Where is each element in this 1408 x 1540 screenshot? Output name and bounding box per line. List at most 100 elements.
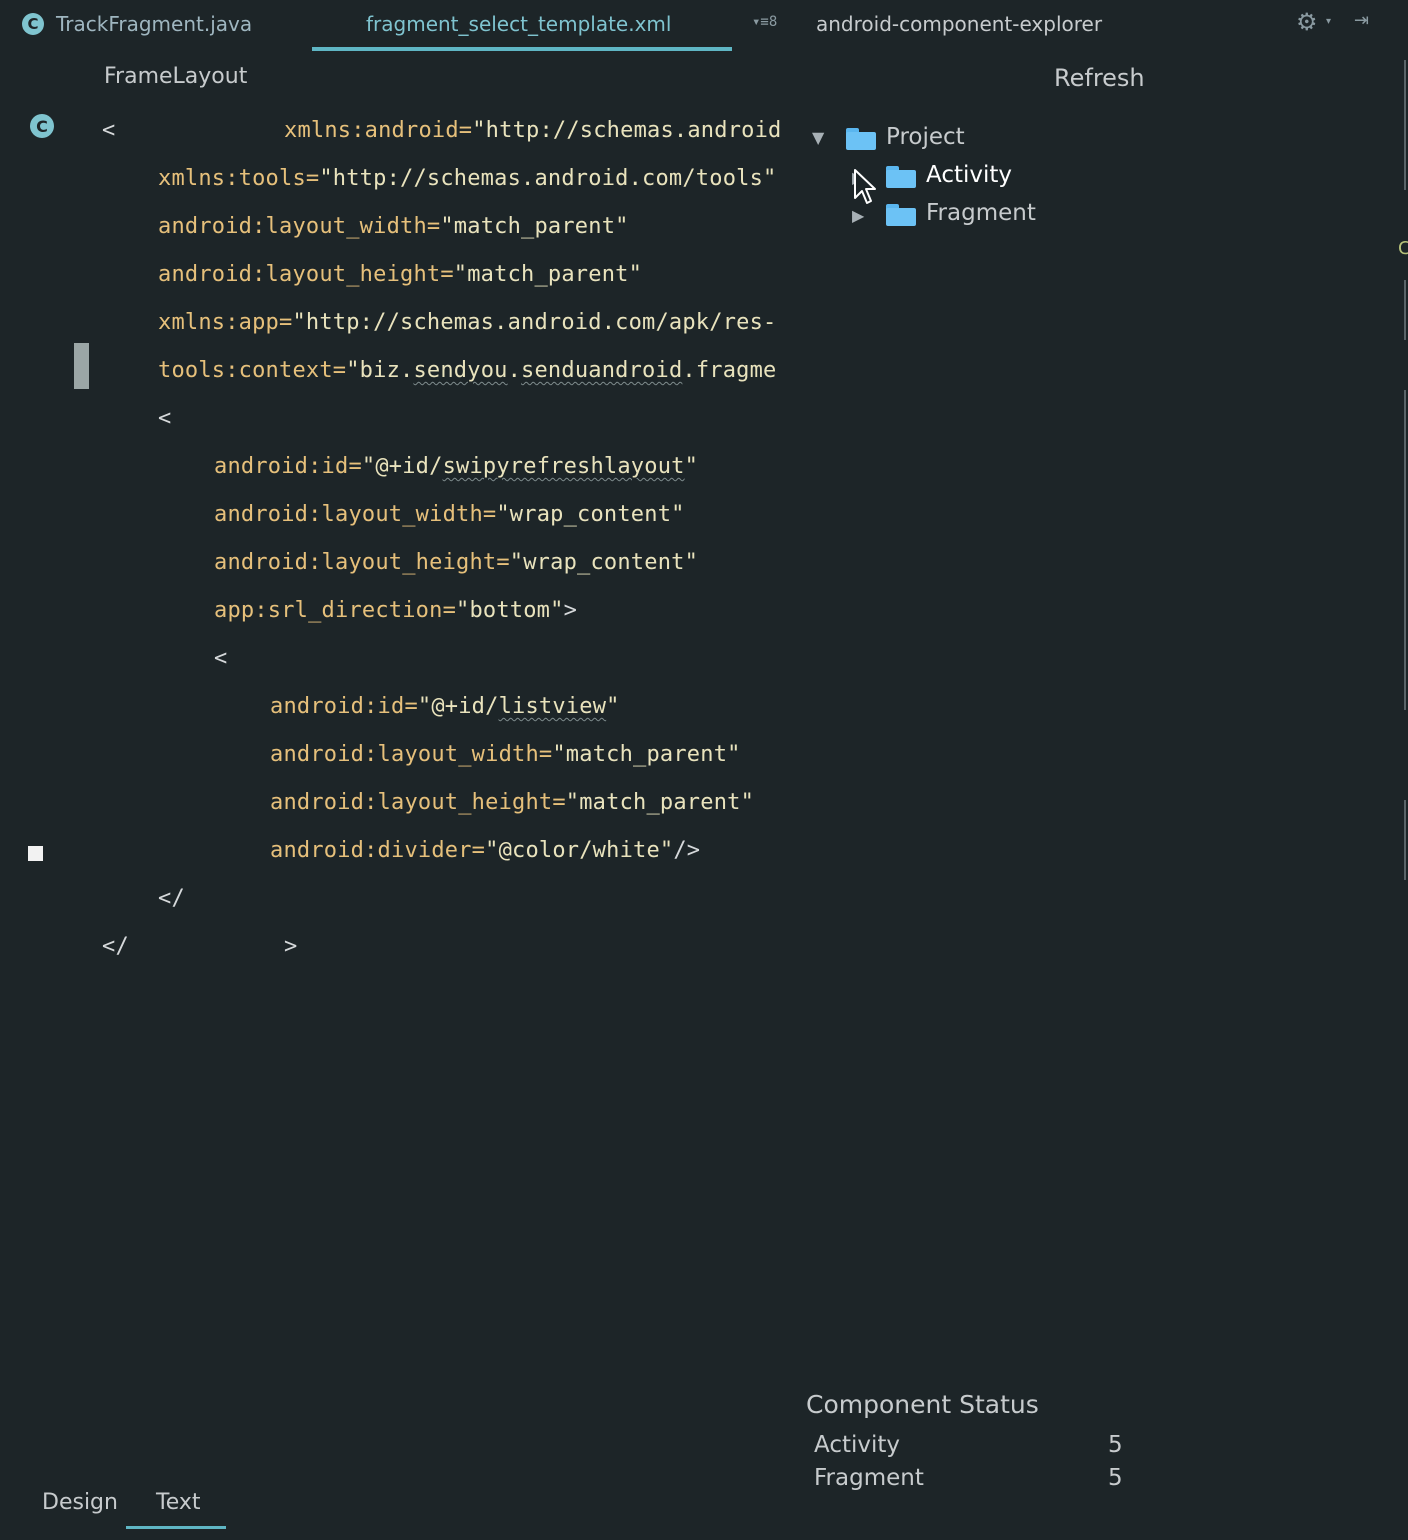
code-line-8: android:id="@+id/swipyrefreshlayout" <box>214 454 698 486</box>
panel-title: android-component-explorer <box>816 0 1102 48</box>
folder-icon <box>886 166 916 188</box>
tab-trackfragment-java[interactable]: C TrackFragment.java <box>22 0 252 48</box>
folder-icon <box>886 204 916 226</box>
tab-overflow-button[interactable]: ▾≡8 <box>752 14 777 30</box>
attr-value: "match_parent" <box>552 742 741 767</box>
attr-name: android:layout_height= <box>270 790 566 815</box>
code-line-11: app:srl_direction="bottom"> <box>214 598 577 630</box>
attr-value: "wrap_content" <box>509 550 699 575</box>
editor-tab-bar: C TrackFragment.java fragment_select_tem… <box>0 0 1408 52</box>
attr-value-part: "biz. <box>346 358 414 383</box>
change-marker[interactable] <box>74 343 89 389</box>
typo-highlight: swipyrefreshlayout <box>442 454 685 479</box>
attr-value: "http://schemas.android.com/tools" <box>319 166 777 191</box>
active-tab-indicator <box>312 47 732 51</box>
status-row-count: 5 <box>1108 1465 1123 1491</box>
scroll-gutter[interactable] <box>1404 390 1406 710</box>
close-tag-open: </ <box>102 934 129 959</box>
open-bracket: < <box>158 406 172 431</box>
attr-value: "bottom" <box>456 598 564 623</box>
scroll-gutter[interactable] <box>1404 280 1406 340</box>
typo-highlight: sendyou <box>413 358 508 383</box>
tab-label: fragment_select_template.xml <box>366 12 672 36</box>
attr-value-part: "@+id/ <box>417 694 499 719</box>
attr-value-part: " <box>684 454 699 479</box>
code-line-13: android:id="@+id/listview" <box>270 694 620 726</box>
mouse-pointer-icon <box>854 169 876 204</box>
breadcrumb[interactable]: FrameLayout <box>104 64 247 89</box>
status-row-label: Fragment <box>814 1465 924 1491</box>
attr-name: tools:context= <box>158 358 347 383</box>
overflow-count: 8 <box>768 14 778 30</box>
tab-text[interactable]: Text <box>156 1490 201 1515</box>
attr-name: android:layout_height= <box>158 262 454 287</box>
tag-close: > <box>563 598 578 623</box>
attr-value-part: "@+id/ <box>361 454 443 479</box>
attr-name: android:id= <box>270 694 418 719</box>
attr-value: "http://schemas.android.com/apk/res- <box>292 310 777 335</box>
component-status-title: Component Status <box>806 1390 1039 1419</box>
expand-right-icon[interactable]: ▶ <box>852 206 864 225</box>
attr-value: "match_parent" <box>453 262 643 287</box>
scroll-gutter[interactable] <box>1404 800 1406 880</box>
code-line-3: android:layout_width="match_parent" <box>158 214 629 246</box>
refresh-button[interactable]: Refresh <box>1054 64 1145 92</box>
code-line-9: android:layout_width="wrap_content" <box>214 502 685 534</box>
tree-label: Activity <box>926 162 1013 188</box>
typo-highlight: senduandroid <box>521 358 683 383</box>
attr-name: app:srl_direction= <box>214 598 457 623</box>
attr-name: android:layout_width= <box>214 502 497 527</box>
status-row-label: Activity <box>814 1432 901 1458</box>
typo-highlight: listview <box>498 694 607 719</box>
code-line-6: tools:context="biz.sendyou.senduandroid.… <box>158 356 802 396</box>
attr-value: "@color/white" <box>485 838 674 863</box>
attr-name: android:layout_width= <box>158 214 441 239</box>
panel-title-label: android-component-explorer <box>816 12 1103 36</box>
code-line-1: xmlns:android="http://schemas.android <box>284 116 802 156</box>
attr-value-part: " <box>606 694 620 719</box>
overflow-list-icon: ▾≡ <box>752 14 769 30</box>
code-line-16: android:divider="@color/white"/> <box>270 838 700 870</box>
breakpoint-marker[interactable] <box>28 846 43 861</box>
open-bracket: < <box>214 646 228 671</box>
code-line-10: android:layout_height="wrap_content" <box>214 550 698 582</box>
active-tab-indicator <box>126 1526 226 1529</box>
hide-panel-icon[interactable]: ⇥ <box>1354 10 1369 31</box>
attr-name: android:layout_width= <box>270 742 553 767</box>
class-c-icon: C <box>30 114 54 138</box>
class-gutter-icon[interactable]: C <box>30 114 54 138</box>
folder-icon <box>846 128 876 150</box>
expand-down-icon[interactable]: ▼ <box>812 128 824 147</box>
attr-value-part: . <box>507 358 522 383</box>
attr-name: xmlns:android= <box>284 118 473 143</box>
attr-value: "match_parent" <box>440 214 629 239</box>
tab-label: TrackFragment.java <box>56 12 253 36</box>
close-tag-gt: > <box>284 934 298 959</box>
attr-value: "match_parent" <box>565 790 755 815</box>
class-c-icon: C <box>22 13 44 35</box>
status-row-count: 5 <box>1108 1432 1123 1458</box>
tab-fragment-select-template-xml[interactable]: fragment_select_template.xml <box>366 0 671 48</box>
code-line-15: android:layout_height="match_parent" <box>270 790 754 822</box>
code-line-14: android:layout_width="match_parent" <box>270 742 741 774</box>
chevron-down-icon[interactable]: ▾ <box>1326 16 1331 27</box>
attr-name: xmlns:app= <box>158 310 293 335</box>
code-line-2: xmlns:tools="http://schemas.android.com/… <box>158 166 776 198</box>
code-line-5: xmlns:app="http://schemas.android.com/ap… <box>158 308 804 348</box>
gear-icon[interactable]: ⚙ <box>1296 8 1318 36</box>
scroll-gutter[interactable] <box>1404 60 1406 190</box>
attr-name: android:id= <box>214 454 362 479</box>
tab-design[interactable]: Design <box>42 1490 118 1515</box>
close-tag-open: </ <box>158 886 185 911</box>
attr-name: android:divider= <box>270 838 486 863</box>
tree-label: Project <box>886 124 965 150</box>
attr-name: xmlns:tools= <box>158 166 320 191</box>
attr-value: "wrap_content" <box>496 502 685 527</box>
class-c-icon: C <box>1398 238 1408 259</box>
attr-value-part: .fragme <box>682 358 777 383</box>
tag-close: /> <box>673 838 701 863</box>
attr-value: "http://schemas.android <box>472 118 782 143</box>
open-bracket: < <box>102 118 116 143</box>
attr-name: android:layout_height= <box>214 550 510 575</box>
code-line-4: android:layout_height="match_parent" <box>158 262 642 294</box>
